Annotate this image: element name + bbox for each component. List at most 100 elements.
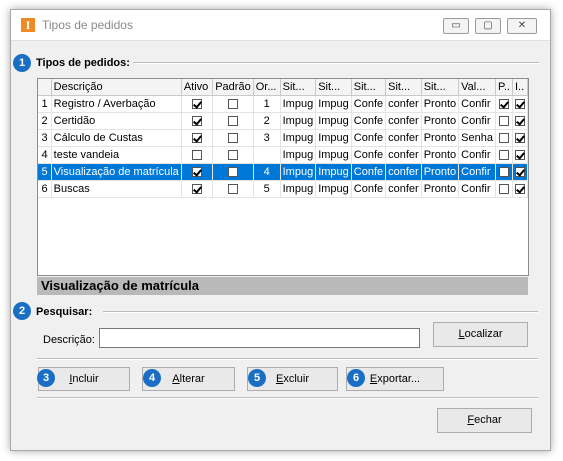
row-indicator-header xyxy=(38,79,52,96)
i-checkbox[interactable] xyxy=(514,167,525,178)
table-row[interactable]: 6 Buscas 5 Impug Impug Confe confer Pronto Confi… xyxy=(38,180,529,198)
grid-section-title: Tipos de pedidos: xyxy=(36,57,130,69)
i-cell xyxy=(512,95,529,113)
descricao-search-input[interactable] xyxy=(99,328,420,348)
cell-ordem: 3 xyxy=(253,129,281,147)
i-checkbox[interactable] xyxy=(514,116,525,127)
table-row[interactable]: 2 Certidão 2 Impug Impug Confe confer Pronto Con… xyxy=(38,112,529,130)
column-header-ativo[interactable]: Ativo xyxy=(181,79,214,96)
ativo-cell xyxy=(181,146,214,164)
cell-sit-1: Impug xyxy=(280,146,317,164)
divider xyxy=(133,62,539,64)
p-cell xyxy=(495,146,513,164)
cell-sit-4: confer xyxy=(385,180,422,198)
ativo-checkbox[interactable] xyxy=(192,167,203,178)
pedidos-table: Descrição Ativo Padrão Or... Sit... Sit.… xyxy=(38,79,529,198)
i-checkbox[interactable] xyxy=(514,99,525,110)
table-row[interactable]: 5 Visualização de matrícula 4 Impug Impug Con… xyxy=(38,163,529,181)
column-header-descricao[interactable]: Descrição xyxy=(51,79,182,96)
cell-sit-5: Pronto xyxy=(421,146,460,164)
table-row[interactable]: 4 teste vandeia Impug Impug Confe confer Pront… xyxy=(38,146,529,164)
cell-sit-5: Pronto xyxy=(421,129,460,147)
ativo-checkbox[interactable] xyxy=(192,150,203,161)
padrao-checkbox[interactable] xyxy=(227,167,238,178)
padrao-checkbox[interactable] xyxy=(227,150,238,161)
p-checkbox[interactable] xyxy=(498,133,509,144)
cell-sit-2: Impug xyxy=(315,163,352,181)
ativo-cell xyxy=(181,180,214,198)
padrao-checkbox[interactable] xyxy=(227,116,238,127)
column-header-sit-2[interactable]: Sit... xyxy=(315,79,352,96)
localizar-button[interactable]: Localizar xyxy=(433,322,528,347)
pedidos-grid[interactable]: Descrição Ativo Padrão Or... Sit... Sit.… xyxy=(37,78,529,276)
cell-sit-5: Pronto xyxy=(421,163,460,181)
step-badge-4: 4 xyxy=(143,369,161,387)
p-checkbox[interactable] xyxy=(498,99,509,110)
cell-sit-1: Impug xyxy=(280,180,317,198)
cell-sit-4: confer xyxy=(385,146,422,164)
padrao-checkbox[interactable] xyxy=(227,99,238,110)
close-window-button[interactable]: ✕ xyxy=(507,18,537,34)
i-cell xyxy=(512,112,529,130)
cell-descricao: Buscas xyxy=(51,180,182,198)
incluir-label: ncluir xyxy=(72,373,99,385)
ativo-checkbox[interactable] xyxy=(192,133,203,144)
fechar-label: echar xyxy=(474,414,502,426)
step-badge-5: 5 xyxy=(248,369,266,387)
ativo-checkbox[interactable] xyxy=(192,184,203,195)
row-number: 1 xyxy=(38,95,52,113)
cell-ordem: 1 xyxy=(253,95,281,113)
padrao-cell xyxy=(212,112,254,130)
ativo-cell xyxy=(181,129,214,147)
column-header-val[interactable]: Val... xyxy=(458,79,496,96)
table-row[interactable]: 3 Cálculo de Custas 3 Impug Impug Confe confer… xyxy=(38,129,529,147)
fechar-button[interactable]: Fechar xyxy=(437,408,532,433)
column-header-i[interactable]: I.. xyxy=(512,79,529,96)
i-checkbox[interactable] xyxy=(514,184,525,195)
row-number: 4 xyxy=(38,146,52,164)
column-header-sit-4[interactable]: Sit... xyxy=(385,79,422,96)
cell-sit-4: confer xyxy=(385,163,422,181)
ativo-checkbox[interactable] xyxy=(192,99,203,110)
cell-val: Confir xyxy=(458,163,496,181)
cell-sit-3: Confe xyxy=(351,163,387,181)
cell-val: Confir xyxy=(458,112,496,130)
column-header-ordem[interactable]: Or... xyxy=(253,79,281,96)
cell-sit-3: Confe xyxy=(351,146,387,164)
cell-val: Confir xyxy=(458,95,496,113)
alterar-label: lterar xyxy=(179,373,205,385)
padrao-checkbox[interactable] xyxy=(227,184,238,195)
p-checkbox[interactable] xyxy=(498,167,509,178)
column-header-p[interactable]: P.. xyxy=(495,79,513,96)
padrao-cell xyxy=(212,146,254,164)
padrao-cell xyxy=(212,180,254,198)
p-checkbox[interactable] xyxy=(498,116,509,127)
cell-sit-2: Impug xyxy=(315,112,352,130)
padrao-checkbox[interactable] xyxy=(227,133,238,144)
row-number: 3 xyxy=(38,129,52,147)
p-cell xyxy=(495,95,513,113)
ativo-checkbox[interactable] xyxy=(192,116,203,127)
column-header-sit-5[interactable]: Sit... xyxy=(421,79,460,96)
maximize-button[interactable]: ▢ xyxy=(475,18,501,34)
cell-descricao: Certidão xyxy=(51,112,182,130)
cell-sit-5: Pronto xyxy=(421,95,460,113)
grid-header-row: Descrição Ativo Padrão Or... Sit... Sit.… xyxy=(38,79,529,96)
cell-descricao: Visualização de matrícula xyxy=(51,163,182,181)
cell-sit-4: confer xyxy=(385,95,422,113)
p-checkbox[interactable] xyxy=(498,184,509,195)
table-row[interactable]: 1 Registro / Averbação 1 Impug Impug Confe con… xyxy=(38,95,529,113)
column-header-sit-3[interactable]: Sit... xyxy=(351,79,387,96)
ativo-cell xyxy=(181,163,214,181)
divider xyxy=(37,358,538,360)
preview-title-bar: Visualização de matrícula xyxy=(37,277,528,295)
cell-ordem: 5 xyxy=(253,180,281,198)
i-checkbox[interactable] xyxy=(514,150,525,161)
column-header-padrao[interactable]: Padrão xyxy=(212,79,254,96)
column-header-sit-1[interactable]: Sit... xyxy=(280,79,317,96)
padrao-cell xyxy=(212,129,254,147)
i-cell xyxy=(512,129,529,147)
minimize-button[interactable]: ▭ xyxy=(443,18,469,34)
p-checkbox[interactable] xyxy=(498,150,509,161)
i-checkbox[interactable] xyxy=(514,133,525,144)
